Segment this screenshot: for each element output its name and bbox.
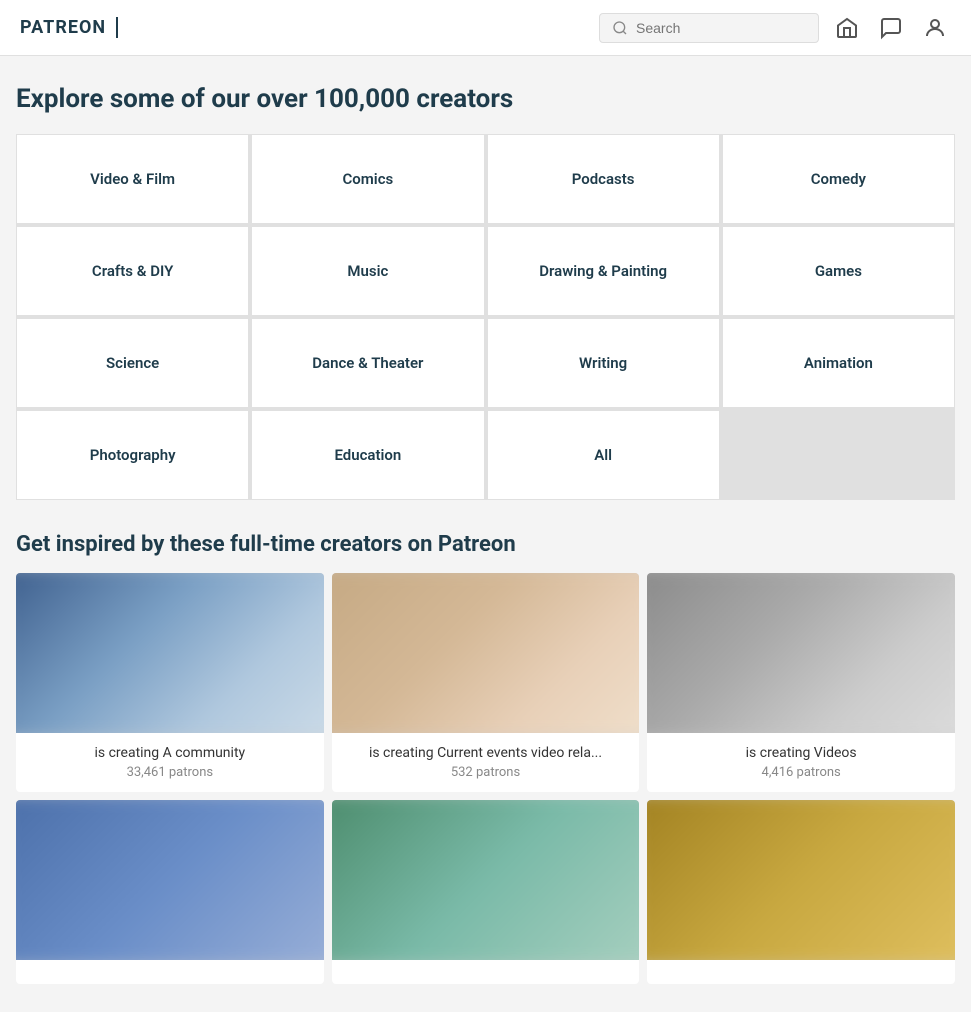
creator-card-creator-4[interactable]	[16, 800, 324, 984]
creator-card-creator-3[interactable]: is creating Videos 4,416 patrons	[647, 573, 955, 792]
creator-patrons-creator-3: 4,416 patrons	[659, 765, 943, 780]
category-cell-writing[interactable]: Writing	[488, 319, 719, 407]
creator-image-creator-2	[332, 573, 640, 733]
profile-button[interactable]	[919, 12, 951, 44]
category-label-animation: Animation	[794, 354, 883, 372]
category-cell-video-film[interactable]: Video & Film	[17, 135, 248, 223]
creator-card-creator-6[interactable]	[647, 800, 955, 984]
category-label-drawing-painting: Drawing & Painting	[529, 262, 677, 280]
creator-image-creator-3	[647, 573, 955, 733]
category-cell-animation[interactable]: Animation	[723, 319, 954, 407]
category-label-comics: Comics	[332, 170, 403, 188]
category-cell-drawing-painting[interactable]: Drawing & Painting	[488, 227, 719, 315]
search-input[interactable]	[636, 20, 806, 36]
creator-card-creator-5[interactable]	[332, 800, 640, 984]
creator-patrons-creator-1: 33,461 patrons	[28, 765, 312, 780]
creator-image-creator-4	[16, 800, 324, 960]
category-cell-science[interactable]: Science	[17, 319, 248, 407]
category-cell-education[interactable]: Education	[252, 411, 483, 499]
creator-description-creator-2: is creating Current events video rela...	[344, 745, 628, 761]
category-label-comedy: Comedy	[801, 170, 876, 188]
category-label-science: Science	[96, 354, 169, 372]
home-button[interactable]	[831, 12, 863, 44]
category-cell-crafts-diy[interactable]: Crafts & DIY	[17, 227, 248, 315]
search-icon	[612, 20, 628, 36]
creator-image-creator-1	[16, 573, 324, 733]
category-label-dance-theater: Dance & Theater	[302, 354, 433, 372]
category-cell-comedy[interactable]: Comedy	[723, 135, 954, 223]
creator-card-creator-2[interactable]: is creating Current events video rela...…	[332, 573, 640, 792]
inspired-title: Get inspired by these full-time creators…	[16, 532, 955, 557]
creator-image-creator-5	[332, 800, 640, 960]
category-label-video-film: Video & Film	[80, 170, 185, 188]
category-cell-games[interactable]: Games	[723, 227, 954, 315]
creator-card-creator-1[interactable]: is creating A community 33,461 patrons	[16, 573, 324, 792]
messages-button[interactable]	[875, 12, 907, 44]
category-label-photography: Photography	[80, 446, 186, 464]
explore-title: Explore some of our over 100,000 creator…	[16, 84, 955, 114]
category-cell-music[interactable]: Music	[252, 227, 483, 315]
creators-grid: is creating A community33,461 patronsis …	[16, 573, 955, 984]
category-cell-all[interactable]: All	[488, 411, 719, 499]
category-label-writing: Writing	[569, 354, 637, 372]
category-label-music: Music	[337, 262, 398, 280]
category-label-education: Education	[324, 446, 411, 464]
category-label-games: Games	[805, 262, 872, 280]
search-container[interactable]	[599, 13, 819, 43]
creator-patrons-creator-2: 532 patrons	[344, 765, 628, 780]
category-cell-comics[interactable]: Comics	[252, 135, 483, 223]
category-cell-podcasts[interactable]: Podcasts	[488, 135, 719, 223]
category-label-podcasts: Podcasts	[562, 170, 645, 188]
logo[interactable]: PATREON	[20, 17, 118, 38]
creator-description-creator-3: is creating Videos	[659, 745, 943, 761]
main-content: Explore some of our over 100,000 creator…	[0, 56, 971, 1012]
category-label-crafts-diy: Crafts & DIY	[82, 262, 183, 280]
category-cell-dance-theater[interactable]: Dance & Theater	[252, 319, 483, 407]
category-grid: Video & Film Comics Podcasts Comedy Crafts &…	[16, 134, 955, 500]
header: PATREON	[0, 0, 971, 56]
category-cell-photography[interactable]: Photography	[17, 411, 248, 499]
category-label-all: All	[584, 446, 622, 464]
creator-description-creator-1: is creating A community	[28, 745, 312, 761]
creator-image-creator-6	[647, 800, 955, 960]
